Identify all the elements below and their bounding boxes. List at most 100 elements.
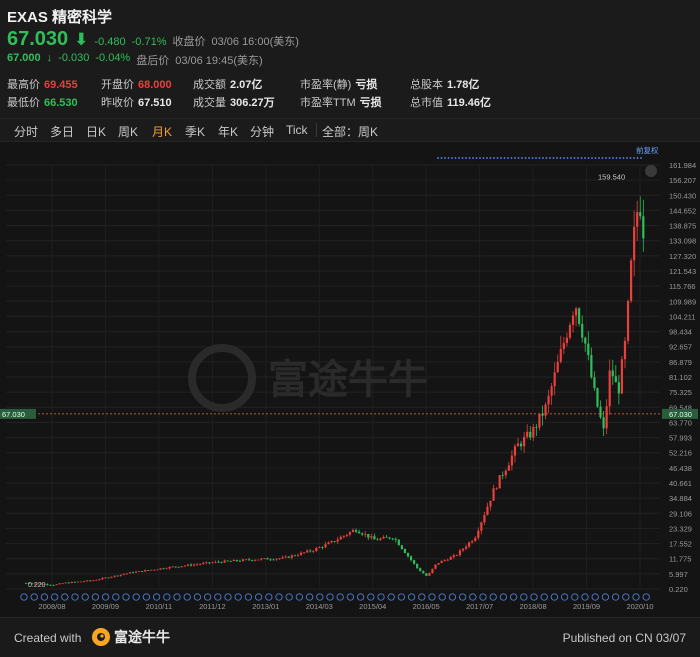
earnings-marker-icon[interactable] (356, 593, 365, 601)
tab-8[interactable]: Tick (286, 123, 308, 137)
earnings-marker-icon[interactable] (601, 593, 610, 601)
earnings-marker-icon[interactable] (489, 593, 497, 601)
earnings-marker-icon[interactable] (418, 593, 426, 601)
earnings-marker-icon[interactable] (142, 593, 151, 601)
candle-body (269, 559, 272, 561)
range-selector[interactable]: 全部：周K (322, 123, 378, 140)
earnings-marker-icon[interactable] (387, 593, 395, 601)
earnings-marker-icon[interactable] (122, 593, 130, 601)
x-tick-label: 2018/08 (520, 602, 547, 611)
tab-1[interactable]: 多日 (50, 123, 74, 140)
earnings-marker-icon[interactable] (132, 593, 140, 601)
candle-body (196, 564, 199, 566)
tab-2[interactable]: 日K (86, 123, 106, 140)
earnings-marker-icon[interactable] (152, 593, 161, 601)
candle-body (211, 562, 214, 564)
kline-svg[interactable]: 161.984 156.207 150.430 144.652 138.875 133.0… (0, 143, 700, 617)
candle-body (73, 581, 76, 583)
earnings-marker-icon[interactable] (163, 593, 171, 601)
earnings-marker-icon[interactable] (581, 593, 589, 601)
candle-body (562, 343, 565, 349)
tab-3[interactable]: 周K (118, 123, 138, 140)
candle-body (425, 573, 428, 576)
earnings-marker-icon[interactable] (254, 593, 263, 601)
earnings-marker-icon[interactable] (407, 593, 416, 601)
earnings-marker-icon[interactable] (183, 593, 191, 601)
event-dot (528, 157, 530, 159)
tab-4[interactable]: 月K (152, 123, 172, 140)
earnings-marker-icon[interactable] (642, 593, 650, 601)
earnings-marker-icon[interactable] (91, 593, 100, 601)
earnings-marker-icon[interactable] (265, 593, 273, 601)
tab-7[interactable]: 分钟 (250, 123, 274, 140)
earnings-marker-icon[interactable] (316, 593, 324, 601)
x-tick-label: 2013/01 (252, 602, 279, 611)
earnings-marker-icon[interactable] (61, 593, 69, 601)
earnings-marker-icon[interactable] (438, 593, 446, 601)
earnings-marker-icon[interactable] (336, 593, 344, 601)
tab-5[interactable]: 季K (185, 123, 205, 140)
earnings-marker-icon[interactable] (285, 593, 293, 601)
y-tick-label: 127.320 (669, 252, 696, 261)
earnings-marker-icon[interactable] (611, 593, 620, 601)
earnings-marker-icon[interactable] (622, 593, 630, 601)
earnings-marker-icon[interactable] (20, 593, 28, 601)
event-dot (577, 157, 579, 159)
earnings-marker-icon[interactable] (234, 593, 242, 601)
earnings-marker-icon[interactable] (479, 593, 487, 601)
earnings-marker-icon[interactable] (448, 593, 457, 601)
candle-body (443, 560, 446, 561)
y-tick-label: 109.989 (669, 297, 696, 306)
earnings-marker-icon[interactable] (81, 593, 89, 601)
earnings-marker-icon[interactable] (71, 593, 79, 601)
earnings-marker-icon[interactable] (499, 593, 508, 601)
earnings-marker-icon[interactable] (224, 593, 232, 601)
earnings-marker-icon[interactable] (591, 593, 599, 601)
earnings-marker-icon[interactable] (632, 593, 640, 601)
chevron-right-icon[interactable] (645, 165, 657, 177)
earnings-marker-icon[interactable] (377, 593, 385, 601)
candle-body (299, 552, 303, 556)
candle-body (76, 581, 80, 583)
earnings-marker-icon[interactable] (30, 593, 38, 601)
earnings-marker-icon[interactable] (40, 593, 49, 601)
y-tick-label: 46.438 (669, 464, 692, 473)
earnings-marker-icon[interactable] (346, 593, 355, 601)
earnings-marker-icon[interactable] (173, 593, 181, 601)
current-price-label-right: 67.030 (669, 410, 692, 419)
earnings-marker-icon[interactable] (367, 593, 375, 601)
earnings-marker-icon[interactable] (214, 593, 222, 601)
earnings-marker-icon[interactable] (295, 593, 304, 601)
earnings-marker-icon[interactable] (305, 593, 314, 601)
earnings-marker-icon[interactable] (50, 593, 59, 601)
adjust-mode-label[interactable]: 前复权 (636, 145, 659, 155)
earnings-marker-icon[interactable] (520, 593, 528, 601)
candle-body (413, 560, 416, 564)
earnings-marker-icon[interactable] (458, 593, 467, 601)
earnings-marker-icon[interactable] (550, 593, 559, 601)
tab-0[interactable]: 分时 (14, 123, 38, 140)
earnings-marker-icon[interactable] (571, 593, 579, 601)
tab-6[interactable]: 年K (218, 123, 238, 140)
earnings-marker-icon[interactable] (469, 593, 477, 601)
candle-body (116, 575, 119, 577)
earnings-marker-icon[interactable] (428, 593, 436, 601)
event-dot (636, 157, 639, 159)
kline-chart[interactable]: 161.984 156.207 150.430 144.652 138.875 133.0… (0, 143, 700, 617)
earnings-marker-icon[interactable] (560, 593, 569, 601)
earnings-marker-icon[interactable] (244, 593, 253, 601)
candle-body (489, 500, 492, 507)
earnings-marker-icon[interactable] (509, 593, 518, 601)
earnings-marker-icon[interactable] (101, 593, 110, 601)
candle-body (449, 557, 452, 560)
candle-body (376, 539, 379, 541)
earnings-marker-icon[interactable] (530, 593, 538, 601)
earnings-marker-icon[interactable] (397, 593, 406, 601)
earnings-marker-icon[interactable] (112, 593, 120, 601)
stat-value: 1.78亿 (447, 79, 480, 91)
earnings-marker-icon[interactable] (540, 593, 548, 601)
earnings-marker-icon[interactable] (193, 593, 202, 601)
earnings-marker-icon[interactable] (203, 593, 212, 601)
earnings-marker-icon[interactable] (275, 593, 283, 601)
earnings-marker-icon[interactable] (326, 593, 334, 601)
